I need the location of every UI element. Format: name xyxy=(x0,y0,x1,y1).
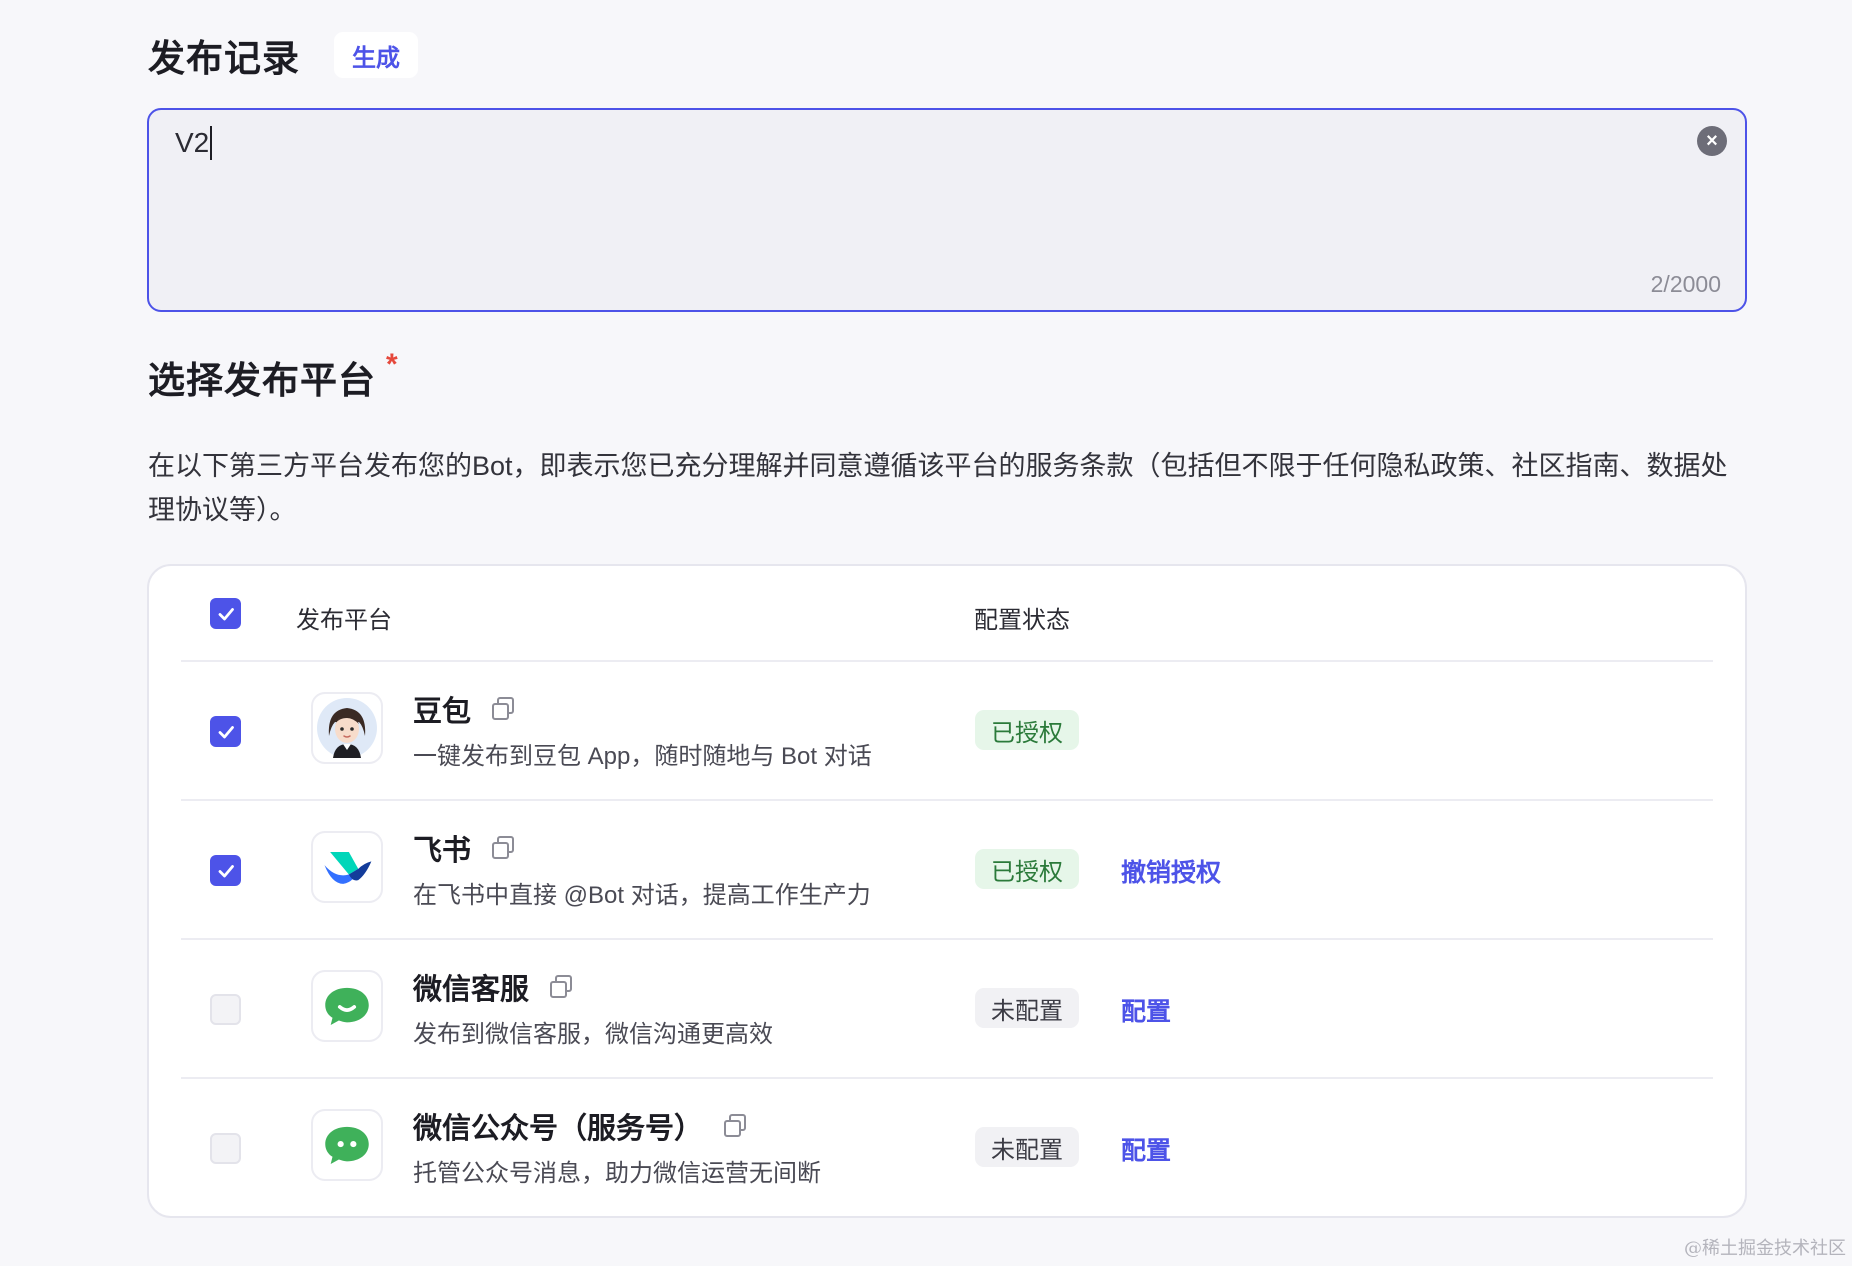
row-checkbox[interactable] xyxy=(210,994,241,1025)
copy-icon[interactable] xyxy=(547,973,575,1001)
platform-description: 发布到微信客服，微信沟通更高效 xyxy=(413,1021,773,1048)
release-notes-textarea[interactable]: V2 × 2/2000 xyxy=(147,108,1747,312)
platform-name: 微信公众号（服务号） xyxy=(413,1113,704,1145)
column-header-status: 配置状态 xyxy=(974,607,1070,634)
configure-link[interactable]: 配置 xyxy=(1121,1131,1171,1167)
platform-title-text: 选择发布平台 xyxy=(148,360,376,401)
wechat-official-icon xyxy=(311,1109,383,1181)
platform-table: 发布平台 配置状态 豆包 一键发布到豆包 App，随时随地与 Bot 对话 已授… xyxy=(147,564,1747,1218)
platform-name-wechat-official: 微信公众号（服务号） xyxy=(413,1105,749,1147)
check-icon xyxy=(218,725,234,738)
status-badge: 未配置 xyxy=(975,988,1079,1028)
copy-icon[interactable] xyxy=(489,834,517,862)
platform-name-wechat-service: 微信客服 xyxy=(413,966,575,1008)
generate-button[interactable]: 生成 xyxy=(334,32,418,78)
copy-icon[interactable] xyxy=(721,1112,749,1140)
column-header-platform: 发布平台 xyxy=(296,607,392,634)
platform-name-feishu: 飞书 xyxy=(413,827,517,869)
select-all-checkbox[interactable] xyxy=(210,598,241,629)
row-checkbox[interactable] xyxy=(210,716,241,747)
publish-page: 发布记录 生成 V2 × 2/2000 选择发布平台 * 在以下第三方平台发布您… xyxy=(0,0,1852,1266)
platform-section-title: 选择发布平台 * xyxy=(148,348,399,404)
status-badge: 未配置 xyxy=(975,1127,1079,1167)
row-checkbox[interactable] xyxy=(210,855,241,886)
table-header: 发布平台 配置状态 xyxy=(181,566,1713,662)
status-badge: 已授权 xyxy=(975,849,1079,889)
platform-name: 微信客服 xyxy=(413,974,530,1006)
clear-icon[interactable]: × xyxy=(1697,126,1727,156)
platform-name: 豆包 xyxy=(413,696,472,728)
revoke-authorization-link[interactable]: 撤销授权 xyxy=(1121,853,1221,889)
platform-description: 托管公众号消息，助力微信运营无间断 xyxy=(413,1160,821,1187)
release-notes-text: V2 xyxy=(175,127,210,158)
row-checkbox[interactable] xyxy=(210,1133,241,1164)
check-icon xyxy=(218,864,234,877)
release-record-header: 发布记录 生成 xyxy=(148,28,418,82)
wechat-service-icon xyxy=(311,970,383,1042)
copy-icon[interactable] xyxy=(489,695,517,723)
status-badge: 已授权 xyxy=(975,710,1079,750)
table-row: 微信公众号（服务号） 托管公众号消息，助力微信运营无间断 未配置 配置 xyxy=(181,1079,1713,1218)
doubao-avatar-icon xyxy=(311,692,383,764)
check-icon xyxy=(218,607,234,620)
platform-name: 飞书 xyxy=(413,835,472,867)
platform-description: 一键发布到豆包 App，随时随地与 Bot 对话 xyxy=(413,743,872,770)
release-notes-value: V2 xyxy=(175,126,213,160)
table-row: 微信客服 发布到微信客服，微信沟通更高效 未配置 配置 xyxy=(181,940,1713,1079)
terms-notice: 在以下第三方平台发布您的Bot，即表示您已充分理解并同意遵循该平台的服务条款（包… xyxy=(148,451,1728,525)
text-caret xyxy=(210,126,213,160)
watermark: @稀土掘金技术社区 xyxy=(1684,1238,1846,1259)
release-record-title: 发布记录 xyxy=(148,38,300,79)
platform-name-doubao: 豆包 xyxy=(413,688,517,730)
char-counter: 2/2000 xyxy=(1650,271,1721,297)
platform-description: 在飞书中直接 @Bot 对话，提高工作生产力 xyxy=(413,882,871,909)
configure-link[interactable]: 配置 xyxy=(1121,992,1171,1028)
table-row: 豆包 一键发布到豆包 App，随时随地与 Bot 对话 已授权 xyxy=(181,662,1713,801)
feishu-logo-icon xyxy=(311,831,383,903)
table-row: 飞书 在飞书中直接 @Bot 对话，提高工作生产力 已授权 撤销授权 xyxy=(181,801,1713,940)
required-mark: * xyxy=(386,348,399,381)
